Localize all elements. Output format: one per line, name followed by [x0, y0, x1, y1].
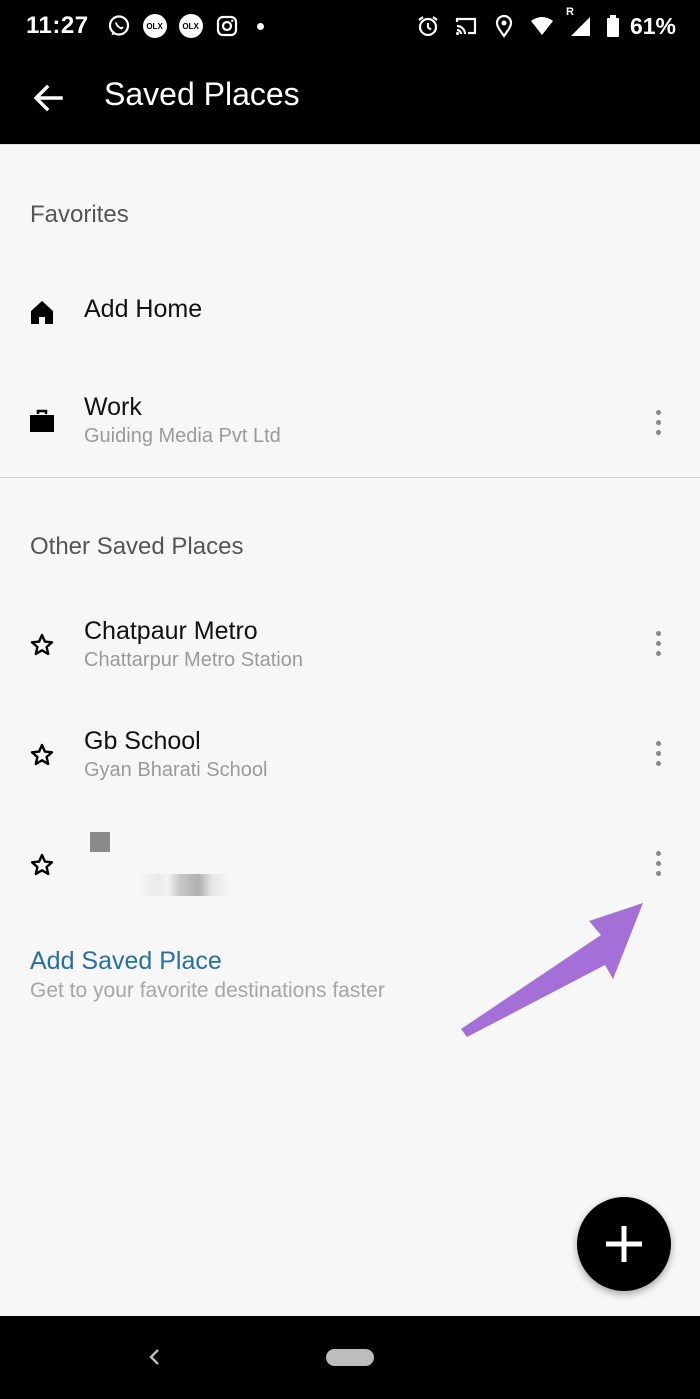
add-saved-place-subtitle: Get to your favorite destinations faster	[30, 979, 385, 1002]
annotation-arrow-icon	[461, 903, 643, 1037]
saved-place-title: Chatpaur Metro	[84, 617, 258, 645]
saved-place-item[interactable]: Gb School Gyan Bharati School	[0, 711, 700, 801]
app-bar: Saved Places	[0, 52, 700, 144]
saved-place-item[interactable]: Chatpaur Metro Chattarpur Metro Station	[0, 601, 700, 691]
whatsapp-icon	[107, 14, 131, 38]
star-outline-icon	[28, 631, 56, 659]
signal-icon: R	[566, 6, 592, 38]
star-outline-icon	[28, 851, 56, 879]
status-time: 11:27	[26, 12, 89, 39]
instagram-icon	[215, 14, 239, 38]
add-saved-place-link[interactable]: Add Saved Place	[30, 947, 222, 976]
briefcase-icon	[28, 407, 56, 435]
saved-places-list: Favorites Add Home Work Guiding Media Pv…	[0, 144, 700, 1316]
favorite-item-title: Work	[84, 393, 142, 421]
favorite-item-work[interactable]: Work Guiding Media Pvt Ltd	[0, 377, 700, 467]
redacted-title	[90, 832, 110, 852]
redacted-subtitle	[140, 874, 230, 896]
back-button[interactable]	[30, 80, 66, 116]
status-bar: 11:27 OLX OLX R 61%	[0, 0, 700, 52]
more-options-button[interactable]	[644, 402, 672, 442]
star-outline-icon	[28, 741, 56, 769]
more-options-button[interactable]	[644, 623, 672, 663]
network-flag: R	[565, 6, 574, 18]
section-divider	[0, 477, 700, 478]
cast-icon	[454, 14, 478, 38]
alarm-icon	[416, 14, 440, 38]
nav-back-button[interactable]	[140, 1342, 168, 1372]
more-options-button[interactable]	[644, 843, 672, 883]
home-icon	[28, 298, 56, 326]
system-nav-bar	[0, 1316, 700, 1399]
chevron-left-icon	[149, 1349, 159, 1365]
wifi-icon	[530, 14, 554, 38]
status-right: R 61%	[416, 0, 676, 52]
battery-percentage: 61%	[629, 12, 676, 39]
notification-dot-icon	[256, 22, 264, 30]
favorite-item-title: Add Home	[84, 295, 203, 323]
saved-place-subtitle: Chattarpur Metro Station	[84, 649, 303, 671]
location-icon	[492, 14, 516, 38]
favorites-heading: Favorites	[30, 201, 129, 228]
olx-icon: OLX	[178, 14, 203, 38]
olx-icon: OLX	[142, 14, 167, 38]
status-left: 11:27 OLX OLX	[26, 0, 264, 52]
page-title: Saved Places	[104, 76, 300, 112]
add-place-fab-button[interactable]	[577, 1197, 671, 1291]
nav-home-pill[interactable]	[326, 1349, 374, 1366]
other-saved-places-heading: Other Saved Places	[30, 533, 244, 560]
saved-place-subtitle: Gyan Bharati School	[84, 759, 268, 781]
plus-icon	[606, 1226, 642, 1262]
favorite-item-home[interactable]: Add Home	[0, 273, 700, 349]
arrow-back-icon	[33, 85, 63, 111]
more-options-button[interactable]	[644, 733, 672, 773]
battery-icon	[606, 14, 620, 38]
saved-place-title: Gb School	[84, 727, 201, 755]
favorite-item-subtitle: Guiding Media Pvt Ltd	[84, 425, 281, 447]
